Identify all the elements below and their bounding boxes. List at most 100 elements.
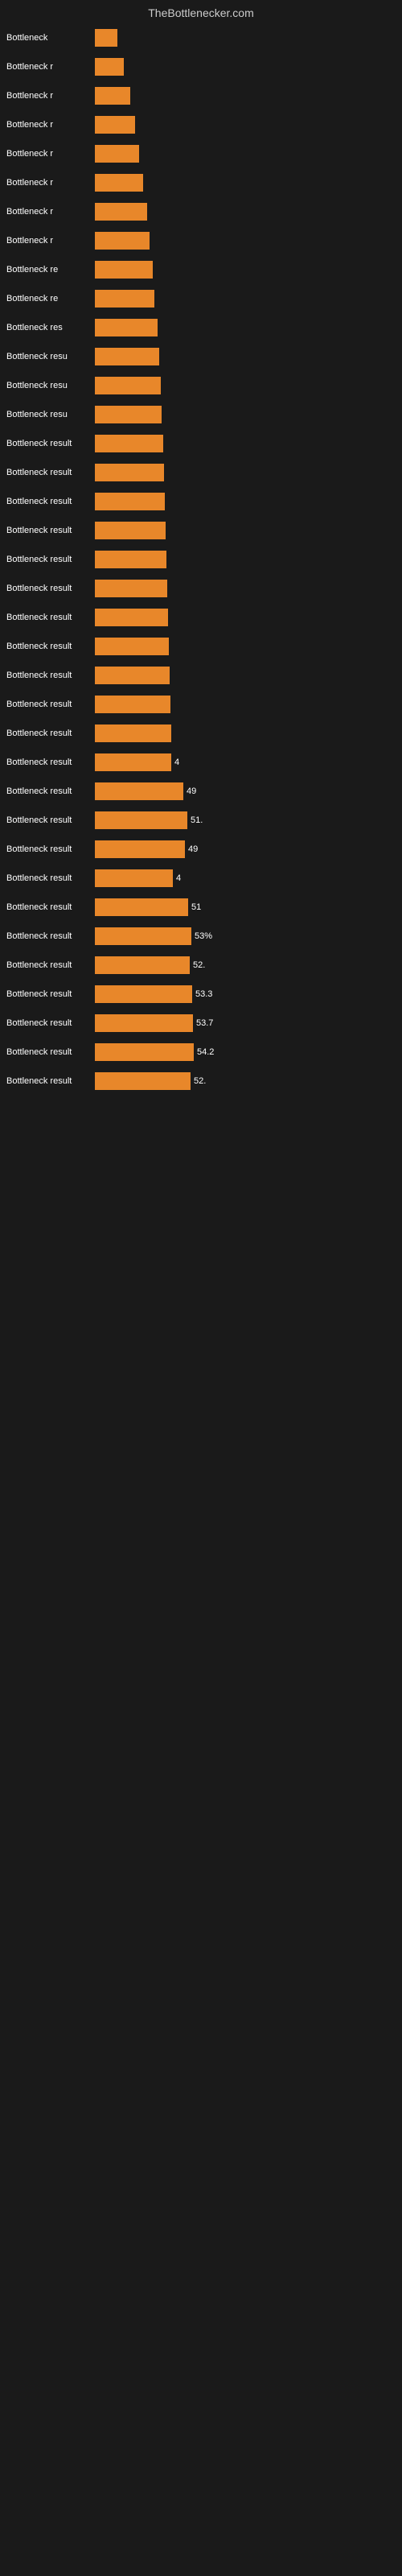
bar (95, 811, 187, 829)
bar-label: Bottleneck result (6, 873, 95, 883)
bar-container (95, 348, 396, 365)
bar (95, 956, 190, 974)
bar (95, 927, 191, 945)
bar-container: 53.7 (95, 1014, 396, 1032)
bar (95, 1072, 191, 1090)
bar-container: 49 (95, 840, 396, 858)
bar-row: Bottleneck result (0, 575, 402, 602)
bar (95, 203, 147, 221)
bar-label: Bottleneck (6, 33, 95, 43)
bar-container (95, 667, 396, 684)
bar (95, 1014, 193, 1032)
bar-row: Bottleneck result 52. (0, 952, 402, 979)
bar-label: Bottleneck result (6, 931, 95, 941)
bar-row: Bottleneck re (0, 285, 402, 312)
bar-label: Bottleneck result (6, 989, 95, 999)
bar-label: Bottleneck result (6, 960, 95, 970)
bar (95, 377, 161, 394)
bar-container (95, 87, 396, 105)
bar-label: Bottleneck result (6, 497, 95, 506)
bar-row: Bottleneck result (0, 546, 402, 573)
bar-label: Bottleneck r (6, 62, 95, 72)
bar-container (95, 58, 396, 76)
bar-container: 49 (95, 782, 396, 800)
bar-label: Bottleneck result (6, 584, 95, 593)
bar (95, 551, 166, 568)
bar (95, 493, 165, 510)
bar-container (95, 696, 396, 713)
bar-row: Bottleneck result53.3 (0, 980, 402, 1008)
bar-label: Bottleneck result (6, 700, 95, 709)
bars-container: Bottleneck Bottleneck r Bottleneck r Bottle… (0, 24, 402, 1095)
bar-label: Bottleneck result (6, 1018, 95, 1028)
bar-label: Bottleneck result (6, 902, 95, 912)
bar (95, 58, 124, 76)
bar-value: 4 (176, 873, 181, 883)
bar-container (95, 174, 396, 192)
bar-row: Bottleneck result 53% (0, 923, 402, 950)
bar-label: Bottleneck r (6, 120, 95, 130)
bar (95, 753, 171, 771)
bar-container (95, 551, 396, 568)
bar-row: Bottleneck (0, 24, 402, 52)
bar-container: 52. (95, 956, 396, 974)
bar-label: Bottleneck re (6, 265, 95, 275)
bar (95, 609, 168, 626)
bar-label: Bottleneck result (6, 671, 95, 680)
bar-row: Bottleneck result 49 (0, 778, 402, 805)
bar (95, 985, 192, 1003)
bar-row: Bottleneck r (0, 111, 402, 138)
bar-label: Bottleneck result (6, 468, 95, 477)
bar-value: 52. (194, 1076, 206, 1086)
bar (95, 464, 164, 481)
bar-container: 52. (95, 1072, 396, 1090)
bar-label: Bottleneck result (6, 786, 95, 796)
bar-label: Bottleneck resu (6, 410, 95, 419)
bar-container: 54.2 (95, 1043, 396, 1061)
bar-row: Bottleneck re (0, 256, 402, 283)
bar-row: Bottleneck r (0, 227, 402, 254)
bar-row: Bottleneck result (0, 662, 402, 689)
bar-label: Bottleneck r (6, 207, 95, 217)
bar-label: Bottleneck result (6, 1076, 95, 1086)
bar-row: Bottleneck result 53.7 (0, 1009, 402, 1037)
bar-value: 53% (195, 931, 212, 941)
bar (95, 638, 169, 655)
bar (95, 782, 183, 800)
bar-value: 49 (187, 786, 196, 796)
bar (95, 522, 166, 539)
bar (95, 87, 130, 105)
bar-row: Bottleneck r (0, 140, 402, 167)
bar-container: 51. (95, 811, 396, 829)
bar-label: Bottleneck resu (6, 381, 95, 390)
site-title: TheBottlenecker.com (0, 0, 402, 23)
bar-label: Bottleneck r (6, 91, 95, 101)
bar-container (95, 638, 396, 655)
bar-container (95, 377, 396, 394)
bar-label: Bottleneck result (6, 758, 95, 767)
bar-label: Bottleneck result (6, 642, 95, 651)
bar-value: 53.7 (196, 1018, 213, 1028)
bar-container (95, 203, 396, 221)
bar-label: Bottleneck result (6, 1047, 95, 1057)
bar-value: 52. (193, 960, 205, 970)
bar-row: Bottleneck result51. (0, 807, 402, 834)
bar (95, 898, 188, 916)
bar-row: Bottleneck result 4 (0, 865, 402, 892)
bar-row: Bottleneck result 54.2 (0, 1038, 402, 1066)
bar-container (95, 435, 396, 452)
bar-container (95, 29, 396, 47)
bar-value: 49 (188, 844, 198, 854)
bar-row: Bottleneck resu (0, 372, 402, 399)
bar-row: Bottleneck result 49 (0, 836, 402, 863)
bar (95, 869, 173, 887)
bar-row: Bottleneck result (0, 459, 402, 486)
bar (95, 174, 143, 192)
bar-label: Bottleneck result (6, 844, 95, 854)
bar-value: 54.2 (197, 1047, 214, 1057)
bar-row: Bottleneck r (0, 53, 402, 80)
bar (95, 348, 159, 365)
bar-label: Bottleneck r (6, 149, 95, 159)
bar (95, 319, 158, 336)
bar (95, 116, 135, 134)
